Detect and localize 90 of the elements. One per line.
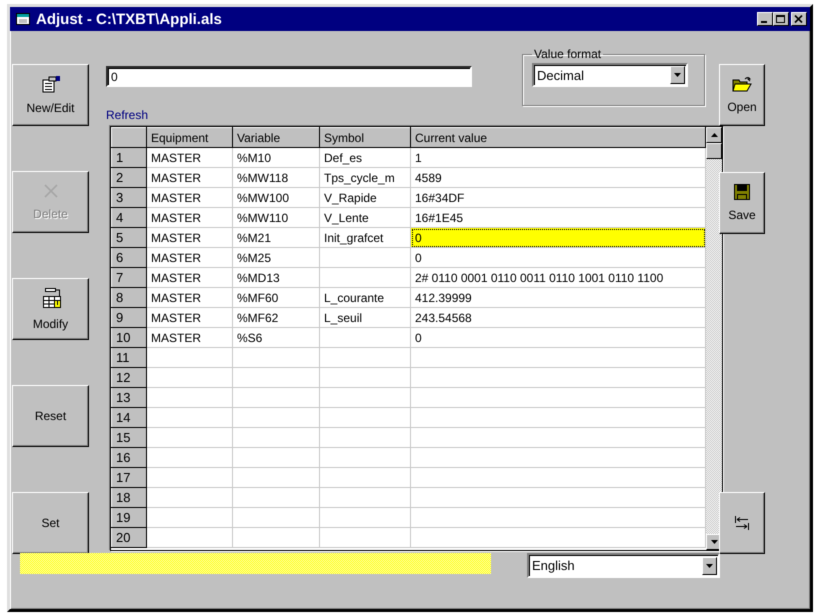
row-header[interactable]: 9 [112,308,146,328]
table-cell[interactable]: V_Lente [320,208,410,228]
down-arrow-icon [710,540,718,544]
table-cell[interactable]: 2# 0110 0001 0110 0011 0110 1001 0110 1100 [410,268,706,288]
table-cell[interactable]: MASTER [146,188,232,208]
save-button[interactable]: Save [719,172,765,234]
table-cell[interactable]: 412.39999 [410,288,706,308]
table-cell[interactable]: MASTER [146,268,232,288]
table-cell[interactable]: %MF60 [232,288,320,308]
row-header[interactable]: 3 [112,188,146,208]
table-cell[interactable]: MASTER [146,248,232,268]
open-button[interactable]: Open [719,64,765,126]
column-header[interactable]: Equipment [146,128,232,148]
row-header[interactable]: 16 [112,448,146,468]
modify-button[interactable]: Modify [12,278,89,340]
table-cell[interactable]: L_seuil [320,308,410,328]
table-cell[interactable]: 0 [410,328,706,348]
table-cell[interactable]: MASTER [146,328,232,348]
row-header[interactable]: 5 [112,228,146,248]
group-label: Value format [533,47,602,61]
table-cell[interactable]: V_Rapide [320,188,410,208]
up-arrow-icon [710,133,718,137]
refresh-link[interactable]: Refresh [106,108,148,122]
row-header[interactable]: 13 [112,388,146,408]
row-header[interactable]: 19 [112,508,146,528]
table-cell[interactable]: Init_grafcet [320,228,410,248]
table-cell[interactable]: %MW110 [232,208,320,228]
row-header[interactable]: 11 [112,348,146,368]
table-cell[interactable]: 243.54568 [410,308,706,328]
row-header[interactable]: 18 [112,488,146,508]
table-cell[interactable]: MASTER [146,308,232,328]
row-header[interactable]: 12 [112,368,146,388]
maximize-icon [776,14,786,24]
close-button[interactable] [791,12,807,26]
table-cell[interactable]: 4589 [410,168,706,188]
scroll-up-button[interactable] [706,127,722,143]
table-cell[interactable]: MASTER [146,288,232,308]
table-cell[interactable]: 0 [410,248,706,268]
row-header[interactable]: 7 [112,268,146,288]
minimize-button[interactable] [757,12,773,26]
save-icon [734,184,750,200]
table-cell[interactable]: 0 [410,228,706,248]
arrows-icon [734,515,750,531]
table-cell[interactable]: Def_es [320,148,410,168]
table-cell[interactable]: MASTER [146,228,232,248]
value-field[interactable]: 0 [106,66,472,87]
scrollbar[interactable] [706,127,722,550]
swap-button[interactable] [719,492,765,554]
table-cell[interactable]: %M25 [232,248,320,268]
row-header[interactable]: 20 [112,528,146,548]
row-header[interactable]: 14 [112,408,146,428]
table-cell[interactable]: MASTER [146,168,232,188]
table-cell[interactable]: 1 [410,148,706,168]
row-header[interactable]: 17 [112,468,146,488]
table-cell[interactable]: MASTER [146,148,232,168]
table-cell[interactable]: %M10 [232,148,320,168]
table-cell[interactable]: %MW100 [232,188,320,208]
table-cell[interactable]: %S6 [232,328,320,348]
maximize-button[interactable] [773,12,789,26]
minimize-icon [761,21,767,23]
row-header[interactable]: 8 [112,288,146,308]
table-cell[interactable]: %M21 [232,228,320,248]
row-header[interactable]: 15 [112,428,146,448]
dropdown[interactable]: English [527,553,720,578]
window-title: Adjust - C:\TXBT\Appli.als [36,10,223,28]
row-header[interactable]: 1 [112,148,146,168]
close-icon [794,14,804,24]
set-button[interactable]: Set [12,492,89,554]
new-edit-button[interactable]: New/Edit [12,64,89,126]
column-header[interactable]: Symbol [320,128,410,148]
reset-button[interactable]: Reset [12,385,89,447]
column-header[interactable]: Current value [410,128,706,148]
app-icon [16,13,30,25]
column-header[interactable]: Variable [232,128,320,148]
table-cell[interactable]: %MW118 [232,168,320,188]
table-cell[interactable]: %MF62 [232,308,320,328]
row-header[interactable]: 6 [112,248,146,268]
table-cell[interactable]: MASTER [146,208,232,228]
row-header[interactable]: 2 [112,168,146,188]
x-icon [42,183,58,199]
folder-icon [732,76,752,92]
row-header[interactable]: 10 [112,328,146,348]
table-cell[interactable]: L_courante [320,288,410,308]
table-cell[interactable]: Tps_cycle_m [320,168,410,188]
form-icon [40,75,60,93]
dropdown[interactable]: Decimal [532,63,688,87]
row-header[interactable]: 4 [112,208,146,228]
table-cell[interactable]: 16#34DF [410,188,706,208]
scroll-thumb[interactable] [706,143,722,159]
table-cell[interactable]: %MD13 [232,268,320,288]
